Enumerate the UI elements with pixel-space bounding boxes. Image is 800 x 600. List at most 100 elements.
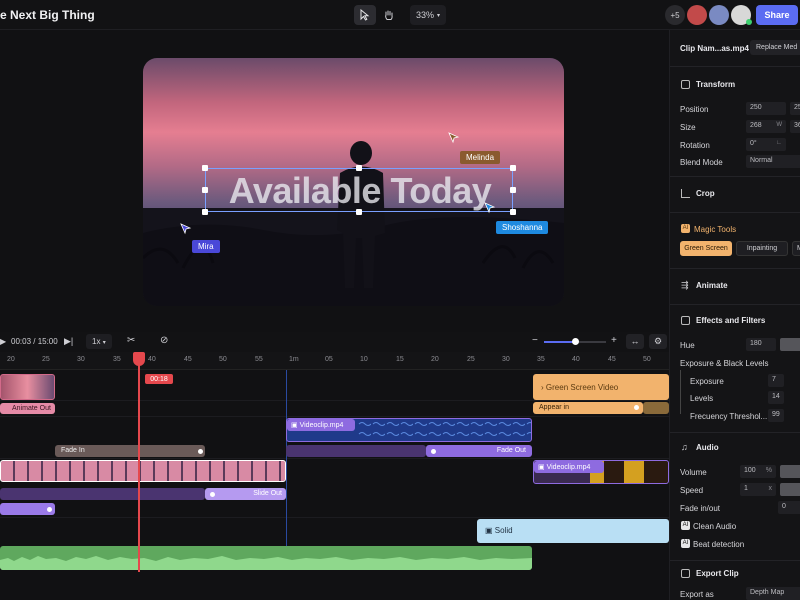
fade-input[interactable]: 0: [778, 501, 800, 514]
zoom-out-icon[interactable]: −: [532, 335, 538, 346]
volume-label: Volume: [680, 468, 707, 477]
exposure-input[interactable]: 7: [768, 374, 784, 387]
green-screen-button[interactable]: Green Screen: [680, 241, 732, 256]
keyframe-handle[interactable]: [431, 449, 436, 454]
playback-speed-select[interactable]: 1x ▾: [86, 334, 112, 349]
resize-handle[interactable]: [356, 165, 362, 171]
magic-tools-title[interactable]: Magic Tools: [694, 225, 736, 234]
more-magic-tools-button[interactable]: M: [792, 241, 800, 256]
zoom-dropdown[interactable]: 33% ▾: [410, 5, 446, 25]
video-icon: ▣: [538, 464, 545, 471]
levels-input[interactable]: 14: [768, 391, 784, 404]
snap-line: [286, 370, 287, 570]
tick-label: 1m: [289, 356, 299, 363]
divider: [670, 268, 800, 269]
animate-out-clip[interactable]: Animate Out: [0, 403, 55, 414]
keyframe-handle[interactable]: [198, 449, 203, 454]
avatar[interactable]: [687, 5, 707, 25]
speed-input[interactable]: 1 x: [740, 483, 776, 496]
magic-icon: AI: [681, 224, 690, 233]
crop-icon: [681, 189, 690, 198]
appear-in-clip[interactable]: Appear in: [533, 402, 643, 414]
transform-title[interactable]: Transform: [696, 80, 735, 89]
solid-clip[interactable]: ▣ Solid: [477, 519, 669, 543]
divider: [670, 176, 800, 177]
resize-handle[interactable]: [356, 209, 362, 215]
angle-icon: ∟: [776, 140, 782, 146]
hand-tool-button[interactable]: [378, 5, 400, 25]
rotation-input[interactable]: 0° ∟: [746, 138, 786, 151]
tree-line: [680, 370, 681, 414]
hue-input[interactable]: 180: [746, 338, 776, 351]
blend-mode-select[interactable]: Normal: [746, 155, 800, 168]
replace-media-button[interactable]: Replace Med: [750, 40, 800, 55]
speed-slider[interactable]: [780, 483, 800, 496]
cursor-icon: [484, 202, 496, 214]
collaborator-count[interactable]: +5: [665, 5, 685, 25]
playhead-line[interactable]: [138, 352, 140, 572]
effects-icon: [681, 316, 690, 325]
beat-detection-toggle[interactable]: Beat detection: [693, 540, 744, 549]
ai-icon: AI: [681, 539, 690, 548]
animate-title[interactable]: Animate: [696, 281, 728, 290]
resize-handle[interactable]: [510, 165, 516, 171]
volume-input[interactable]: 100 %: [740, 465, 776, 478]
fade-out-clip[interactable]: Fade Out: [426, 445, 532, 457]
project-title[interactable]: e Next Big Thing: [0, 8, 95, 22]
share-button[interactable]: Share: [756, 5, 798, 25]
resize-handle[interactable]: [510, 209, 516, 215]
keyframe-handle[interactable]: [47, 507, 52, 512]
pointer-icon: [360, 9, 370, 21]
tick-label: 50: [643, 356, 651, 363]
selection-box[interactable]: [205, 168, 513, 212]
export-icon: [681, 569, 690, 578]
inpainting-button[interactable]: Inpainting: [736, 241, 788, 256]
position-y-input[interactable]: 25: [790, 102, 800, 115]
slide-out-clip[interactable]: Slide Out: [205, 488, 286, 500]
resize-handle[interactable]: [202, 165, 208, 171]
resize-handle[interactable]: [510, 187, 516, 193]
audio-title[interactable]: Audio: [696, 443, 719, 452]
fade-in-clip[interactable]: Fade In: [55, 445, 205, 457]
speed-label: Speed: [680, 486, 704, 495]
cursor-label-shoshanna: Shoshanna: [496, 221, 549, 234]
volume-slider[interactable]: [780, 465, 800, 478]
size-height-input[interactable]: 36: [790, 120, 800, 133]
avatar[interactable]: [709, 5, 729, 25]
play-icon[interactable]: ▶: [0, 337, 6, 346]
tick-label: 15: [396, 356, 404, 363]
zoom-slider-thumb[interactable]: [572, 338, 579, 345]
playhead-handle[interactable]: [133, 352, 145, 366]
green-screen-video-clip[interactable]: › Green Screen Video: [533, 374, 669, 400]
size-width-input[interactable]: 268 W: [746, 120, 786, 133]
resize-handle[interactable]: [202, 187, 208, 193]
export-title[interactable]: Export Clip: [696, 569, 739, 578]
keyframe-handle[interactable]: [210, 492, 215, 497]
exposure-label: Exposure: [690, 377, 724, 386]
keyframe-handle[interactable]: [634, 405, 639, 410]
fit-width-icon[interactable]: ↔: [626, 334, 644, 349]
position-x-input[interactable]: 250: [746, 102, 786, 115]
crop-title[interactable]: Crop: [696, 189, 715, 198]
link-icon[interactable]: ⊘: [160, 335, 168, 346]
hue-label: Hue: [680, 341, 695, 350]
track-separator: [0, 400, 669, 401]
audio-clip[interactable]: [0, 546, 532, 570]
image-clip[interactable]: [0, 374, 55, 400]
gear-icon[interactable]: ⚙: [649, 334, 667, 349]
zoom-in-icon[interactable]: +: [611, 335, 617, 346]
online-indicator: [746, 19, 752, 25]
timeline-ruler[interactable]: 20 25 30 35 40 45 50 55 1m 05 10 15 20 2…: [0, 352, 669, 370]
tick-label: 30: [77, 356, 85, 363]
filmstrip-clip[interactable]: [0, 460, 286, 482]
hue-slider[interactable]: [780, 338, 800, 351]
skip-forward-icon[interactable]: ▶|: [64, 336, 73, 347]
export-format-select[interactable]: Depth Map: [746, 587, 800, 600]
effects-title[interactable]: Effects and Filters: [696, 316, 765, 325]
frequency-input[interactable]: 99: [768, 409, 784, 422]
resize-handle[interactable]: [202, 209, 208, 215]
clean-audio-toggle[interactable]: Clean Audio: [693, 522, 736, 531]
scissors-icon[interactable]: ✂: [127, 335, 135, 346]
timecode: 00:03 / 15:00: [11, 337, 58, 346]
select-tool-button[interactable]: [354, 5, 376, 25]
